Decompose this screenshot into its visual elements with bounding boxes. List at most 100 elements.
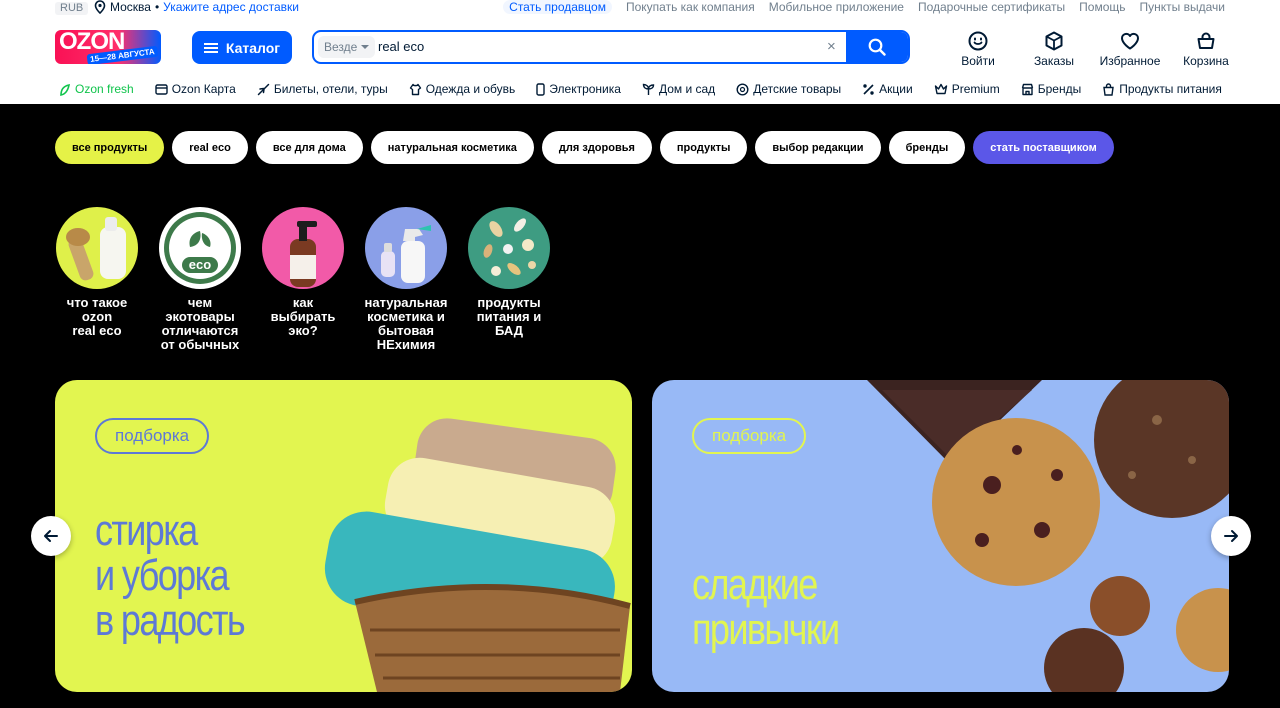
nav-clothing[interactable]: Одежда и обувь	[409, 82, 515, 96]
story-item[interactable]: eco чем экотовары отличаются от обычных	[159, 207, 241, 352]
chevron-down-icon	[361, 45, 370, 49]
pill-home[interactable]: все для дома	[255, 131, 363, 164]
city-name[interactable]: Москва	[110, 0, 151, 14]
search-button[interactable]	[846, 32, 908, 62]
cart-button[interactable]: Корзина	[1168, 30, 1244, 68]
location-pin-icon	[94, 0, 106, 14]
nav-home-garden[interactable]: Дом и сад	[642, 82, 715, 96]
headline-line: привычки	[692, 605, 840, 654]
caption-line: НЕхимия	[376, 337, 436, 352]
arrow-right-icon	[1224, 530, 1238, 542]
smiley-icon	[968, 31, 988, 51]
pill-all-products[interactable]: все продукты	[55, 131, 165, 164]
story-image	[365, 207, 447, 289]
caption-line: эко?	[288, 323, 318, 338]
cart-label: Корзина	[1183, 54, 1229, 68]
site-header: RUB Москва • Укажите адрес доставки Стат…	[0, 0, 1280, 104]
gift-cards-link[interactable]: Подарочные сертификаты	[918, 0, 1065, 14]
pill-brands[interactable]: бренды	[888, 131, 966, 164]
fresh-leaf-icon	[60, 83, 71, 96]
banner-sweets[interactable]: подборка сладкие привычки	[652, 380, 1229, 692]
favorites-label: Избранное	[1099, 54, 1161, 68]
filter-pills: все продукты real eco все для дома натур…	[55, 131, 1114, 164]
store-icon	[1021, 83, 1033, 95]
pill-health[interactable]: для здоровья	[541, 131, 652, 164]
caption-line: БАД	[495, 323, 523, 338]
pill-natural-cosmetics[interactable]: натуральная косметика	[370, 131, 534, 164]
clear-search-icon[interactable]: ×	[827, 38, 836, 56]
banner-headline: сладкие привычки	[692, 562, 954, 652]
login-button[interactable]: Войти	[940, 30, 1016, 68]
delivery-location[interactable]: Москва • Укажите адрес доставки	[94, 0, 299, 14]
caption-line: чем	[187, 295, 213, 310]
nav-label: Акции	[879, 82, 913, 96]
phone-icon	[536, 82, 545, 96]
pickup-points-link[interactable]: Пункты выдачи	[1140, 0, 1225, 14]
pill-become-supplier[interactable]: стать поставщиком	[973, 131, 1114, 164]
nav-electronics[interactable]: Электроника	[536, 82, 621, 96]
banner-laundry[interactable]: подборка стирка и уборка в радость	[55, 380, 632, 692]
plant-icon	[642, 83, 655, 95]
become-seller-link[interactable]: Стать продавцом	[503, 0, 612, 14]
nav-label: Продукты питания	[1119, 82, 1222, 96]
help-link[interactable]: Помощь	[1079, 0, 1125, 14]
caption-line: бытовая	[378, 323, 434, 338]
nav-label: Электроника	[549, 82, 621, 96]
crown-icon	[934, 83, 947, 95]
pill-editors-choice[interactable]: выбор редакции	[755, 131, 881, 164]
nav-ozon-card[interactable]: Ozon Карта	[155, 82, 236, 96]
basket-icon	[1197, 32, 1215, 49]
story-item[interactable]: продукты питания и БАД	[468, 207, 550, 352]
nav-kids[interactable]: Детские товары	[736, 82, 841, 96]
story-item[interactable]: натуральная косметика и бытовая НЕхимия	[365, 207, 447, 352]
carousel-prev-button[interactable]	[31, 516, 71, 556]
caption-line: экотовары	[165, 309, 235, 324]
nav-label: Ozon fresh	[75, 82, 134, 96]
nav-promotions[interactable]: Акции	[862, 82, 913, 96]
catalog-button[interactable]: Каталог	[192, 31, 292, 64]
arrow-left-icon	[44, 530, 58, 542]
header-actions: Войти Заказы Избранное Корзина	[940, 30, 1244, 68]
story-caption: чем экотовары отличаются от обычных	[150, 296, 250, 352]
caption-line: от обычных	[160, 337, 240, 352]
collection-tag: подборка	[692, 418, 807, 454]
nav-ozon-fresh[interactable]: Ozon fresh	[59, 82, 134, 96]
nav-brands[interactable]: Бренды	[1021, 82, 1081, 96]
favorites-button[interactable]: Избранное	[1092, 30, 1168, 68]
nav-premium[interactable]: Premium	[934, 82, 1000, 96]
heart-icon	[1121, 32, 1139, 50]
nav-label: Билеты, отели, туры	[273, 82, 388, 96]
story-item[interactable]: что такое ozon real eco	[56, 207, 138, 352]
story-image	[56, 207, 138, 289]
search-icon	[868, 38, 886, 56]
mobile-app-link[interactable]: Мобильное приложение	[769, 0, 904, 14]
currency-switch[interactable]: RUB	[55, 2, 89, 15]
ozon-logo[interactable]: OZON 15—28 АВГУСТА	[55, 30, 161, 64]
headline-line: сладкие	[692, 560, 818, 609]
top-links: Стать продавцом Покупать как компания Мо…	[503, 0, 1225, 14]
login-label: Войти	[961, 54, 995, 68]
search-input[interactable]: real eco	[378, 39, 424, 54]
story-image: eco	[159, 207, 241, 289]
plane-icon	[257, 83, 270, 95]
story-image	[468, 207, 550, 289]
nav-travel[interactable]: Билеты, отели, туры	[257, 82, 388, 96]
address-link[interactable]: Укажите адрес доставки	[163, 0, 299, 14]
stories-row: что такое ozon real eco eco чем экотовар…	[56, 207, 550, 352]
nav-label: Бренды	[1037, 82, 1082, 96]
pill-food[interactable]: продукты	[659, 131, 748, 164]
bottle-brush-image	[66, 217, 126, 281]
nav-groceries[interactable]: Продукты питания	[1102, 82, 1222, 96]
buy-as-company-link[interactable]: Покупать как компания	[626, 0, 755, 14]
nav-label: Premium	[951, 82, 1000, 96]
search-scope-select[interactable]: Везде	[318, 36, 376, 58]
caption-line: что такое	[66, 295, 128, 310]
caption-line: ozon	[81, 309, 113, 324]
story-item[interactable]: как выбирать эко?	[262, 207, 344, 352]
pill-real-eco[interactable]: real eco	[172, 131, 248, 164]
carousel-next-button[interactable]	[1211, 516, 1251, 556]
pump-bottle-image	[290, 221, 317, 287]
spray-bottle-image	[381, 225, 431, 283]
box-icon	[1045, 31, 1063, 51]
orders-button[interactable]: Заказы	[1016, 30, 1092, 68]
